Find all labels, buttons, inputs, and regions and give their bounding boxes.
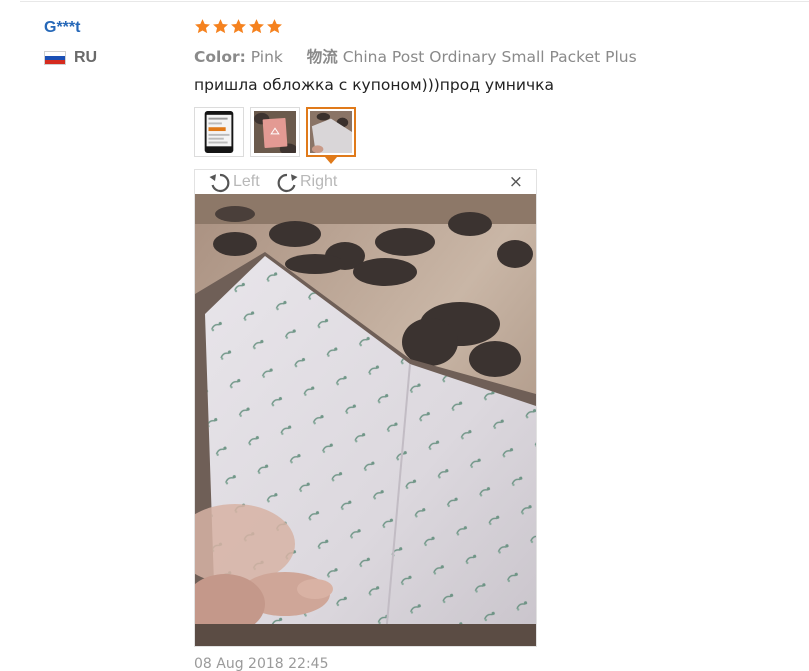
buyer-info: G***t RU bbox=[44, 17, 97, 67]
russia-flag-icon bbox=[44, 51, 66, 65]
rotate-right-icon bbox=[277, 173, 298, 193]
rotate-left-label: Left bbox=[233, 173, 260, 190]
buyer-name[interactable]: G***t bbox=[44, 17, 97, 41]
rotate-right-button[interactable]: Right bbox=[275, 171, 337, 193]
color-label: Color: bbox=[194, 48, 246, 66]
active-thumbnail-indicator bbox=[325, 157, 337, 164]
rotate-left-icon bbox=[209, 173, 230, 193]
country-code: RU bbox=[74, 49, 98, 66]
star-icon bbox=[231, 19, 246, 34]
divider bbox=[20, 1, 809, 2]
close-icon[interactable]: × bbox=[509, 172, 523, 192]
star-icon bbox=[249, 19, 264, 34]
rotate-right-label: Right bbox=[300, 173, 338, 190]
shipping-value: China Post Ordinary Small Packet Plus bbox=[342, 48, 637, 66]
review-photo[interactable] bbox=[195, 194, 536, 646]
review-text: пришла обложка с купоном)))прод умничка bbox=[194, 76, 554, 94]
cover-photo-thumbnail[interactable] bbox=[306, 107, 356, 164]
viewer-toolbar: Left Right × bbox=[195, 170, 536, 194]
rotate-left-button[interactable]: Left bbox=[208, 171, 260, 193]
image-viewer: Left Right × bbox=[194, 169, 537, 647]
review-thumbnails bbox=[194, 107, 356, 164]
product-attributes: Color: Pink 物流 China Post Ordinary Small… bbox=[194, 45, 637, 67]
review-date: 08 Aug 2018 22:45 bbox=[194, 656, 329, 671]
star-rating bbox=[194, 18, 283, 35]
pink-cover-thumbnail[interactable] bbox=[250, 107, 300, 157]
color-value: Pink bbox=[250, 48, 283, 66]
phone-screenshot-thumbnail[interactable] bbox=[194, 107, 244, 157]
star-icon bbox=[267, 19, 282, 34]
buyer-country: RU bbox=[44, 49, 97, 67]
star-icon bbox=[195, 19, 210, 34]
shipping-label: 物流 bbox=[306, 48, 338, 66]
star-icon bbox=[213, 19, 228, 34]
